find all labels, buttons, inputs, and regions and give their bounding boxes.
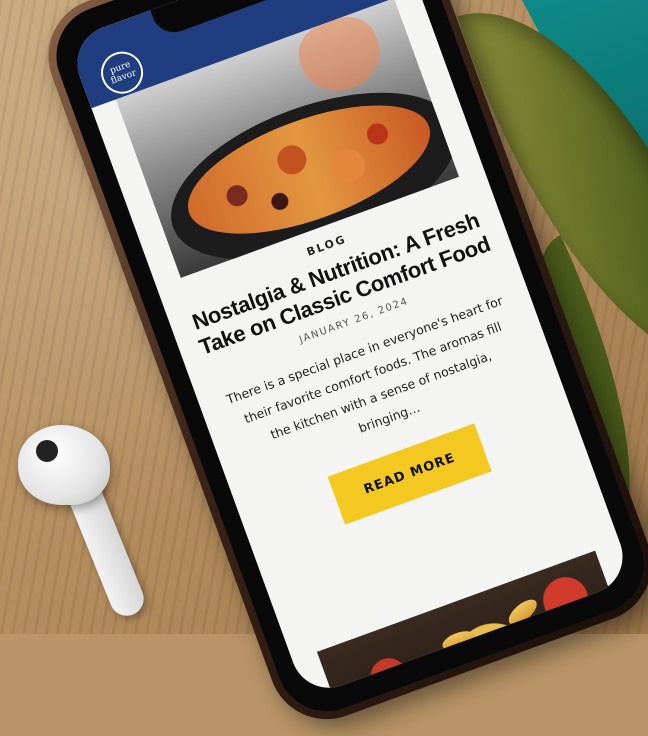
logo-text: pure flavor xyxy=(108,59,138,87)
potato-wedge xyxy=(439,627,478,655)
potato-wedge xyxy=(472,654,510,689)
earbud xyxy=(18,425,110,505)
earbud-speaker xyxy=(36,440,58,462)
potato-wedge xyxy=(484,635,522,657)
next-post-image[interactable] xyxy=(316,550,634,699)
potato-wedge xyxy=(504,595,541,630)
